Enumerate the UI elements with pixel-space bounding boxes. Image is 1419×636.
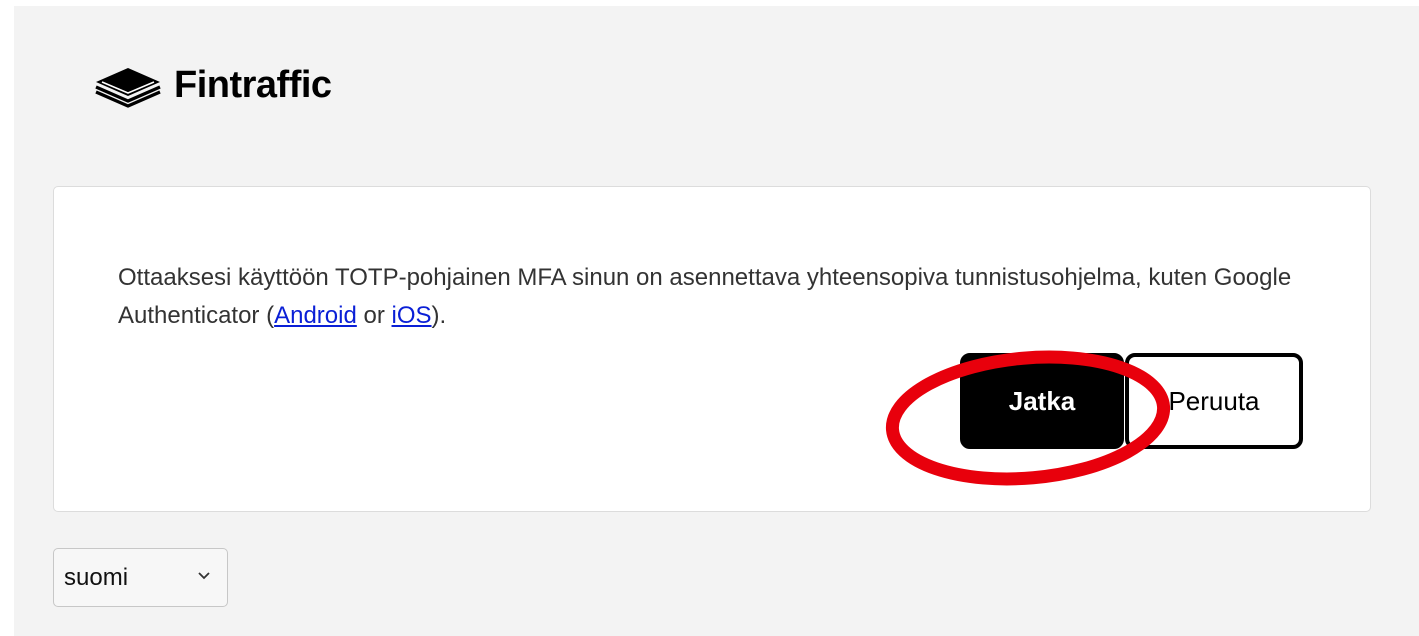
chevron-down-icon: [198, 572, 210, 580]
brand-name: Fintraffic: [174, 64, 332, 106]
android-link[interactable]: Android: [274, 302, 357, 329]
fintraffic-logo-icon: [95, 68, 161, 108]
message-text-after: ).: [431, 302, 447, 329]
cancel-button[interactable]: Peruuta: [1125, 353, 1303, 449]
continue-button[interactable]: Jatka: [960, 353, 1124, 449]
mfa-setup-message: Ottaaksesi käyttöön TOTP-pohjainen MFA s…: [118, 259, 1298, 335]
ios-link[interactable]: iOS: [392, 302, 432, 329]
header: Fintraffic: [88, 60, 332, 110]
mfa-setup-card: Ottaaksesi käyttöön TOTP-pohjainen MFA s…: [53, 186, 1371, 512]
language-select[interactable]: suomi: [53, 548, 228, 607]
language-selected-value: suomi: [64, 563, 129, 591]
message-or-text: or: [356, 302, 392, 329]
